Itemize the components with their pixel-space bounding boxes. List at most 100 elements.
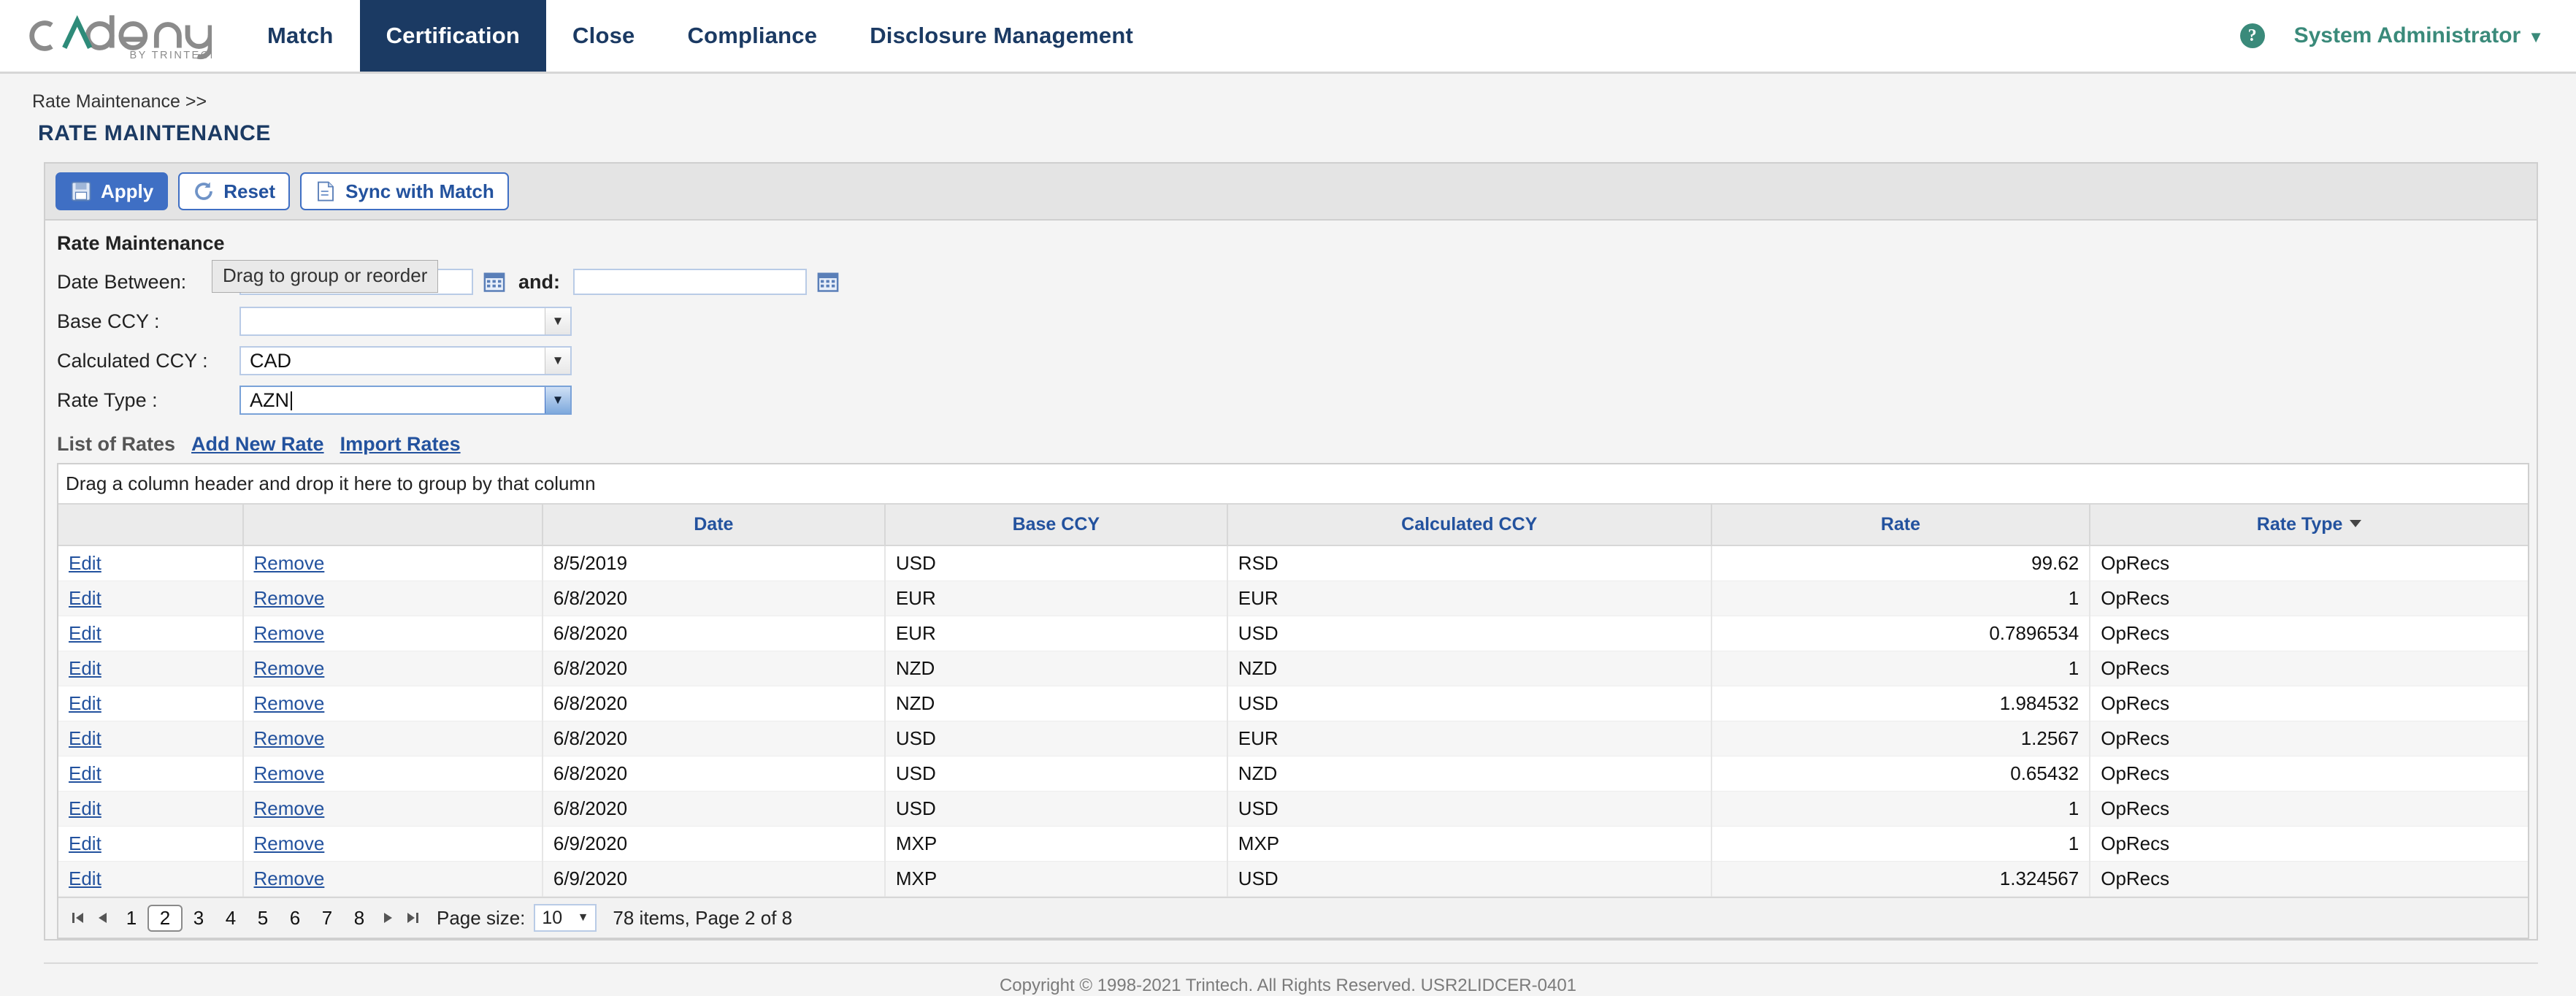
cell-remove[interactable]: Remove bbox=[242, 861, 543, 897]
cell-rate-type: OpRecs bbox=[2090, 616, 2528, 651]
cell-edit[interactable]: Edit bbox=[58, 686, 244, 721]
cell-remove[interactable]: Remove bbox=[242, 721, 543, 756]
chevron-down-icon[interactable]: ▼ bbox=[545, 387, 570, 413]
column-header-rate-type[interactable]: Rate Type bbox=[2090, 505, 2528, 546]
column-header-edit[interactable] bbox=[58, 505, 244, 546]
cell-edit-link[interactable]: Edit bbox=[69, 762, 101, 784]
import-rates-link[interactable]: Import Rates bbox=[340, 433, 461, 456]
cell-remove-link[interactable]: Remove bbox=[254, 587, 325, 609]
cell-remove[interactable]: Remove bbox=[242, 756, 543, 792]
page-button-7[interactable]: 7 bbox=[311, 905, 343, 931]
cell-edit-link[interactable]: Edit bbox=[69, 727, 101, 749]
cell-remove[interactable]: Remove bbox=[242, 791, 543, 827]
cell-remove-link[interactable]: Remove bbox=[254, 762, 325, 784]
cell-remove[interactable]: Remove bbox=[242, 826, 543, 862]
cell-edit[interactable]: Edit bbox=[58, 545, 244, 581]
cell-edit[interactable]: Edit bbox=[58, 826, 244, 862]
apply-button[interactable]: Apply bbox=[55, 172, 169, 210]
cell-remove-link[interactable]: Remove bbox=[254, 692, 325, 714]
page-button-6[interactable]: 6 bbox=[279, 905, 311, 931]
calculated-ccy-select[interactable]: CAD ▼ bbox=[239, 346, 572, 375]
page-button-2[interactable]: 2 bbox=[147, 904, 183, 932]
next-page-button[interactable] bbox=[375, 905, 400, 930]
cadency-logo-icon: BY TRINTECH bbox=[29, 15, 212, 61]
column-header-base-ccy[interactable]: Base CCY bbox=[884, 505, 1228, 546]
last-page-button[interactable] bbox=[400, 905, 425, 930]
calendar-icon[interactable] bbox=[483, 271, 505, 293]
chevron-down-icon[interactable]: ▼ bbox=[545, 348, 570, 374]
cell-remove-link[interactable]: Remove bbox=[254, 867, 325, 889]
cell-remove[interactable]: Remove bbox=[242, 545, 543, 581]
page-size-select[interactable]: 10 ▼ bbox=[534, 904, 597, 932]
chevron-down-icon: ▼ bbox=[577, 911, 589, 924]
previous-page-icon bbox=[99, 913, 107, 923]
cell-edit[interactable]: Edit bbox=[58, 721, 244, 756]
cell-edit-link[interactable]: Edit bbox=[69, 552, 101, 574]
drag-to-group-tooltip: Drag to group or reorder bbox=[212, 260, 439, 293]
nav-item-match[interactable]: Match bbox=[241, 0, 360, 72]
cell-remove-link[interactable]: Remove bbox=[254, 552, 325, 574]
cell-rate-type: OpRecs bbox=[2090, 651, 2528, 686]
calendar-icon[interactable] bbox=[817, 271, 839, 293]
cell-edit-link[interactable]: Edit bbox=[69, 867, 101, 889]
cell-edit[interactable]: Edit bbox=[58, 651, 244, 686]
list-of-rates-header: List of Rates Add New Rate Import Rates bbox=[45, 427, 2537, 463]
cell-edit-link[interactable]: Edit bbox=[69, 797, 101, 819]
breadcrumb[interactable]: Rate Maintenance >> bbox=[0, 74, 2576, 112]
column-header-date[interactable]: Date bbox=[542, 505, 886, 546]
page-button-4[interactable]: 4 bbox=[215, 905, 247, 931]
cell-edit[interactable]: Edit bbox=[58, 791, 244, 827]
cell-edit-link[interactable]: Edit bbox=[69, 832, 101, 854]
user-menu[interactable]: System Administrator ▼ bbox=[2294, 23, 2544, 48]
column-header-rate-type-label: Rate Type bbox=[2256, 514, 2343, 535]
group-drop-hint[interactable]: Drag a column header and drop it here to… bbox=[58, 464, 2528, 505]
reset-button[interactable]: Reset bbox=[178, 172, 291, 210]
cell-calculated-ccy: USD bbox=[1227, 616, 1712, 651]
cell-remove-link[interactable]: Remove bbox=[254, 657, 325, 679]
cell-edit[interactable]: Edit bbox=[58, 616, 244, 651]
page-button-3[interactable]: 3 bbox=[183, 905, 215, 931]
rate-type-select[interactable]: AZN ▼ bbox=[239, 386, 572, 415]
cell-edit-link[interactable]: Edit bbox=[69, 657, 101, 679]
nav-item-compliance[interactable]: Compliance bbox=[661, 0, 843, 72]
cell-remove[interactable]: Remove bbox=[242, 651, 543, 686]
cell-remove-link[interactable]: Remove bbox=[254, 797, 325, 819]
cell-rate-type: OpRecs bbox=[2090, 756, 2528, 792]
column-header-calculated-ccy[interactable]: Calculated CCY bbox=[1227, 505, 1712, 546]
cell-remove[interactable]: Remove bbox=[242, 616, 543, 651]
sync-with-match-button[interactable]: Sync with Match bbox=[300, 172, 509, 210]
nav-item-close[interactable]: Close bbox=[546, 0, 661, 72]
page-button-5[interactable]: 5 bbox=[247, 905, 279, 931]
cell-edit-link[interactable]: Edit bbox=[69, 587, 101, 609]
cell-remove-link[interactable]: Remove bbox=[254, 622, 325, 644]
cell-edit-link[interactable]: Edit bbox=[69, 692, 101, 714]
nav-item-disclosure-management[interactable]: Disclosure Management bbox=[843, 0, 1159, 72]
page-button-8[interactable]: 8 bbox=[343, 905, 375, 931]
page-button-1[interactable]: 1 bbox=[115, 905, 147, 931]
reset-button-label: Reset bbox=[223, 180, 276, 202]
column-header-remove[interactable] bbox=[242, 505, 543, 546]
date-to-input[interactable] bbox=[573, 269, 807, 295]
svg-text:BY TRINTECH: BY TRINTECH bbox=[129, 50, 212, 61]
cell-remove[interactable]: Remove bbox=[242, 581, 543, 616]
app-logo[interactable]: BY TRINTECH bbox=[0, 0, 241, 72]
rate-type-value[interactable]: AZN bbox=[241, 389, 545, 412]
help-icon[interactable]: ? bbox=[2239, 23, 2265, 48]
cell-remove-link[interactable]: Remove bbox=[254, 832, 325, 854]
cell-base-ccy: NZD bbox=[884, 686, 1228, 721]
add-new-rate-link[interactable]: Add New Rate bbox=[191, 433, 324, 456]
cell-edit-link[interactable]: Edit bbox=[69, 622, 101, 644]
cell-edit[interactable]: Edit bbox=[58, 756, 244, 792]
cell-edit[interactable]: Edit bbox=[58, 581, 244, 616]
base-ccy-select[interactable]: ▼ bbox=[239, 307, 572, 336]
nav-item-certification[interactable]: Certification bbox=[359, 0, 547, 72]
cell-edit[interactable]: Edit bbox=[58, 861, 244, 897]
chevron-down-icon[interactable]: ▼ bbox=[545, 308, 570, 334]
cell-remove-link[interactable]: Remove bbox=[254, 727, 325, 749]
pagination-status: 78 items, Page 2 of 8 bbox=[613, 906, 793, 929]
previous-page-button[interactable] bbox=[91, 905, 115, 930]
cell-date: 6/8/2020 bbox=[542, 686, 886, 721]
first-page-button[interactable] bbox=[66, 905, 91, 930]
column-header-rate[interactable]: Rate bbox=[1711, 505, 2091, 546]
cell-remove[interactable]: Remove bbox=[242, 686, 543, 721]
